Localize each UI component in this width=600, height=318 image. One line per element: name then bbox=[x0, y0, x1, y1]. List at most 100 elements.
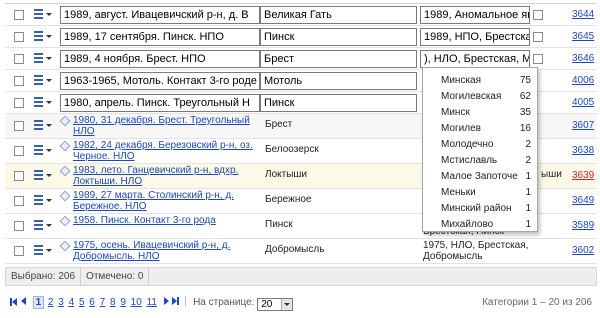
place-input[interactable]: Пинск bbox=[260, 28, 417, 46]
pagination: 1 2 3 4 5 6 7 8 9 10 11 На странице: 20 bbox=[10, 296, 294, 311]
row-checkbox[interactable] bbox=[14, 10, 24, 20]
per-page-select[interactable]: 20 bbox=[257, 298, 294, 311]
page-link[interactable]: 9 bbox=[120, 297, 126, 308]
prev-page-icon[interactable] bbox=[20, 297, 26, 305]
record-title-link[interactable]: 1975, осень. Ивацевичский р-н, д. Добром… bbox=[73, 240, 263, 262]
place-text: Добромысль bbox=[265, 244, 325, 255]
table-row: 1975, осень. Ивацевичский р-н, д. Добром… bbox=[5, 239, 597, 264]
table-row: 1989, август. Ивацевичский р-н, д. В Вел… bbox=[5, 4, 597, 26]
title-input[interactable]: 1989, 4 ноября. Брест. НПО bbox=[60, 50, 260, 68]
autocomplete-item[interactable]: Михайлово 1 bbox=[423, 216, 537, 232]
title-input[interactable]: 1963-1965, Мотоль. Контакт 3-го роде bbox=[60, 72, 260, 90]
title-input[interactable]: 1989, 17 сентября. Пинск. НПО bbox=[60, 28, 260, 46]
description-input[interactable]: ), НЛО, Брестская, М bbox=[420, 50, 530, 68]
row-checkbox[interactable] bbox=[14, 54, 24, 64]
row-checkbox[interactable] bbox=[14, 98, 24, 108]
marked-count: Отмечено: 0 bbox=[81, 268, 150, 285]
table-row: 1989, 17 сентября. Пинск. НПО Пинск 1989… bbox=[5, 26, 597, 48]
title-input[interactable]: 1980, апрель. Пинск. Треугольный Н bbox=[60, 94, 260, 112]
autocomplete-item[interactable]: Минск 35 bbox=[423, 104, 537, 120]
row-checkbox[interactable] bbox=[14, 246, 24, 256]
pager-divider bbox=[185, 296, 187, 306]
record-id-link[interactable]: 3646 bbox=[572, 53, 594, 64]
title-input[interactable]: 1989, август. Ивацевичский р-н, д. В bbox=[60, 6, 260, 24]
row-checkbox[interactable] bbox=[14, 76, 24, 86]
autocomplete-dropdown: Минская 75 Могилевская 62 Минск 35 Могилев 1… bbox=[422, 67, 538, 232]
flag-checkbox[interactable] bbox=[533, 54, 543, 64]
chevron-down-icon bbox=[281, 299, 293, 310]
row-menu-button[interactable] bbox=[34, 97, 52, 109]
record-id-link[interactable]: 3649 bbox=[572, 195, 594, 206]
record-id-link[interactable]: 3602 bbox=[572, 245, 594, 256]
flag-checkbox[interactable] bbox=[533, 10, 543, 20]
row-checkbox[interactable] bbox=[14, 196, 24, 206]
autocomplete-item[interactable]: Минский район 1 bbox=[423, 200, 537, 216]
record-id-link[interactable]: 3638 bbox=[572, 145, 594, 156]
description-input[interactable]: 1989, НПО, Брестская, bbox=[420, 28, 530, 46]
row-menu-button[interactable] bbox=[34, 220, 52, 232]
row-checkbox[interactable] bbox=[14, 121, 24, 131]
page-link[interactable]: 2 bbox=[48, 297, 54, 308]
page-link[interactable]: 4 bbox=[69, 297, 75, 308]
row-checkbox[interactable] bbox=[14, 171, 24, 181]
row-menu-button[interactable] bbox=[34, 195, 52, 207]
place-text: Пинск bbox=[265, 219, 293, 230]
description-text: ыши bbox=[541, 169, 562, 180]
record-type-icon bbox=[59, 215, 71, 227]
record-title-link[interactable]: 1980, 31 декабря. Брест. Треугольный НЛО bbox=[73, 115, 263, 137]
autocomplete-item[interactable]: Меньки 1 bbox=[423, 184, 537, 200]
autocomplete-item[interactable]: Минская 75 bbox=[423, 72, 537, 88]
autocomplete-item[interactable]: Мстиславль 2 bbox=[423, 152, 537, 168]
record-title-link[interactable]: 1983, лето. Ганцевичский р-н, вдхр. Локт… bbox=[73, 165, 263, 187]
description-input[interactable]: 1989, Аномальное явл bbox=[420, 6, 530, 24]
page-link-current[interactable]: 1 bbox=[32, 296, 45, 309]
place-input[interactable]: Пинск bbox=[260, 94, 417, 112]
selected-count: Выбрано: 206 bbox=[6, 268, 82, 285]
first-page-icon[interactable] bbox=[10, 298, 17, 306]
page-link[interactable]: 7 bbox=[100, 297, 106, 308]
row-checkbox[interactable] bbox=[14, 221, 24, 231]
per-page-value: 20 bbox=[261, 299, 273, 310]
last-page-icon[interactable] bbox=[171, 297, 179, 308]
record-id-link[interactable]: 3639 bbox=[572, 170, 594, 181]
flag-checkbox[interactable] bbox=[533, 32, 543, 42]
row-menu-button[interactable] bbox=[34, 145, 52, 157]
autocomplete-item[interactable]: Малое Запоточе 1 bbox=[423, 168, 537, 184]
row-menu-button[interactable] bbox=[34, 53, 52, 65]
place-input[interactable]: Брест bbox=[260, 50, 417, 68]
record-id-link[interactable]: 4006 bbox=[572, 75, 594, 86]
row-checkbox[interactable] bbox=[14, 146, 24, 156]
record-type-icon bbox=[59, 165, 71, 177]
row-menu-button[interactable] bbox=[34, 9, 52, 21]
page-link[interactable]: 3 bbox=[58, 297, 64, 308]
range-indicator: Категории 1 – 20 из 206 bbox=[482, 297, 592, 308]
row-checkbox[interactable] bbox=[14, 32, 24, 42]
record-id-link[interactable]: 3645 bbox=[572, 31, 594, 42]
record-type-icon bbox=[59, 240, 71, 252]
place-input[interactable]: Великая Гать bbox=[260, 6, 417, 24]
place-text: Бережное bbox=[265, 194, 312, 205]
row-menu-button[interactable] bbox=[34, 120, 52, 132]
record-id-link[interactable]: 3607 bbox=[572, 120, 594, 131]
record-id-link[interactable]: 3644 bbox=[572, 9, 594, 20]
row-menu-button[interactable] bbox=[34, 170, 52, 182]
record-title-link[interactable]: 1989, 27 марта. Столинский р-н, д. Береж… bbox=[73, 190, 263, 212]
row-menu-button[interactable] bbox=[34, 75, 52, 87]
record-title-link[interactable]: 1982, 24 декабря. Березовский р-н, оз. Ч… bbox=[73, 140, 263, 162]
row-menu-button[interactable] bbox=[34, 31, 52, 43]
autocomplete-item[interactable]: Могилев 16 bbox=[423, 120, 537, 136]
page-link[interactable]: 10 bbox=[131, 297, 142, 308]
autocomplete-item[interactable]: Могилевская 62 bbox=[423, 88, 537, 104]
row-menu-button[interactable] bbox=[34, 245, 52, 257]
autocomplete-item[interactable]: Молодечно 2 bbox=[423, 136, 537, 152]
place-text: Белоозерск bbox=[265, 144, 319, 155]
record-id-link[interactable]: 3589 bbox=[572, 220, 594, 231]
page-link[interactable]: 11 bbox=[147, 297, 157, 308]
record-id-link[interactable]: 4005 bbox=[572, 97, 594, 108]
page-link[interactable]: 8 bbox=[110, 297, 116, 308]
next-page-icon[interactable] bbox=[163, 297, 169, 305]
record-title-link[interactable]: 1958. Пинск. Контакт 3-го рода bbox=[73, 215, 263, 226]
page-link[interactable]: 6 bbox=[89, 297, 95, 308]
page-link[interactable]: 5 bbox=[79, 297, 85, 308]
place-input[interactable]: Мотоль bbox=[260, 72, 417, 90]
